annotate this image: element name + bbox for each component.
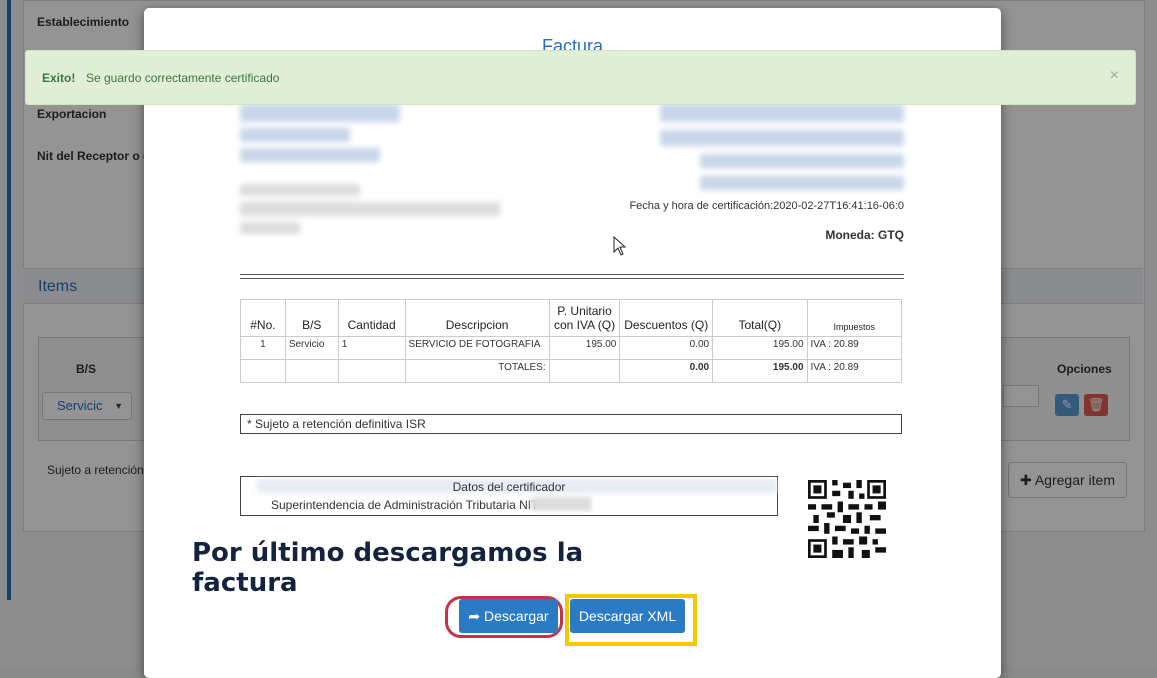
row-total: 195.00 [712,336,808,360]
row-tax: IVA : 20.89 [806,336,903,360]
blurred-issuer-nit [240,128,350,142]
totals-empty-4 [548,359,621,383]
col-unit-price: P. Unitario con IVA (Q) [548,299,621,337]
mouse-cursor-icon [613,236,627,256]
table-row: 1 Servicio 1 SERVICIO DE FOTOGRAFIA 195.… [240,336,903,360]
col-impuestos: Impuestos [806,299,903,337]
table-header-row: #No. B/S Cantidad Descripcion P. Unitari… [240,299,903,337]
blurred-issuer-address [240,148,380,162]
row-bs: Servicio [284,336,339,360]
blurred-issuer-name [240,104,400,122]
download-label: Descargar [484,608,549,624]
isr-note: * Sujeto a retención definitiva ISR [240,414,902,434]
totals-empty-1 [240,359,286,383]
alert-message: Se guardo correctamente certificado [86,71,280,85]
download-button[interactable]: ➦ Descargar [459,599,558,633]
download-xml-button[interactable]: Descargar XML [570,599,685,633]
invoice-modal: Factura Fecha y hora de certificación:20… [144,8,1001,678]
alert-strong: Exito! [42,71,76,85]
col-total: Total(Q) [712,299,808,337]
blurred-number [700,176,904,190]
close-icon[interactable]: × [1110,67,1119,85]
row-no: 1 [240,336,286,360]
blurred-receiver-name [240,202,500,216]
certifier-title: Datos del certificador [452,480,566,494]
totals-total: 195.00 [712,359,808,383]
tutorial-caption-line-1: Por último descargamos la [192,538,584,568]
row-disc: 0.00 [619,336,714,360]
qr-code-icon [808,480,886,558]
col-descripcion: Descripcion [404,299,550,337]
row-qty: 1 [337,336,406,360]
row-unit: 195.00 [548,336,621,360]
col-no: #No. [240,299,286,337]
totals-tax: IVA : 20.89 [806,359,903,383]
certifier-nit: Superintendencia de Administración Tribu… [271,498,541,512]
col-bs: B/S [284,299,339,337]
col-cantidad: Cantidad [337,299,406,337]
invoice-items-table: #No. B/S Cantidad Descripcion P. Unitari… [240,299,903,383]
blurred-certifier-nit [531,497,591,511]
certifier-box: Datos del certificador Superintendencia … [240,476,778,516]
col-descuentos: Descuentos (Q) [619,299,714,337]
totals-empty-2 [284,359,339,383]
tutorial-caption: Por último descargamos la factura [192,538,583,598]
header-divider [240,274,904,279]
blurred-doc-type [660,104,904,122]
certification-date: Fecha y hora de certificación:2020-02-27… [629,200,904,212]
blurred-series [700,154,904,168]
tutorial-caption-line-2: factura [192,568,298,598]
totals-row: TOTALES: 0.00 195.00 IVA : 20.89 [240,359,903,383]
totals-label: TOTALES: [404,359,550,383]
totals-disc: 0.00 [619,359,714,383]
share-arrow-icon: ➦ [468,608,481,624]
blurred-receiver-label [240,184,360,196]
totals-empty-3 [337,359,406,383]
row-desc: SERVICIO DE FOTOGRAFIA [404,336,550,360]
blurred-auth-number [660,130,904,146]
blurred-receiver-extra [240,222,300,234]
currency: Moneda: GTQ [825,228,904,242]
success-alert: Exito! Se guardo correctamente certifica… [25,50,1136,105]
